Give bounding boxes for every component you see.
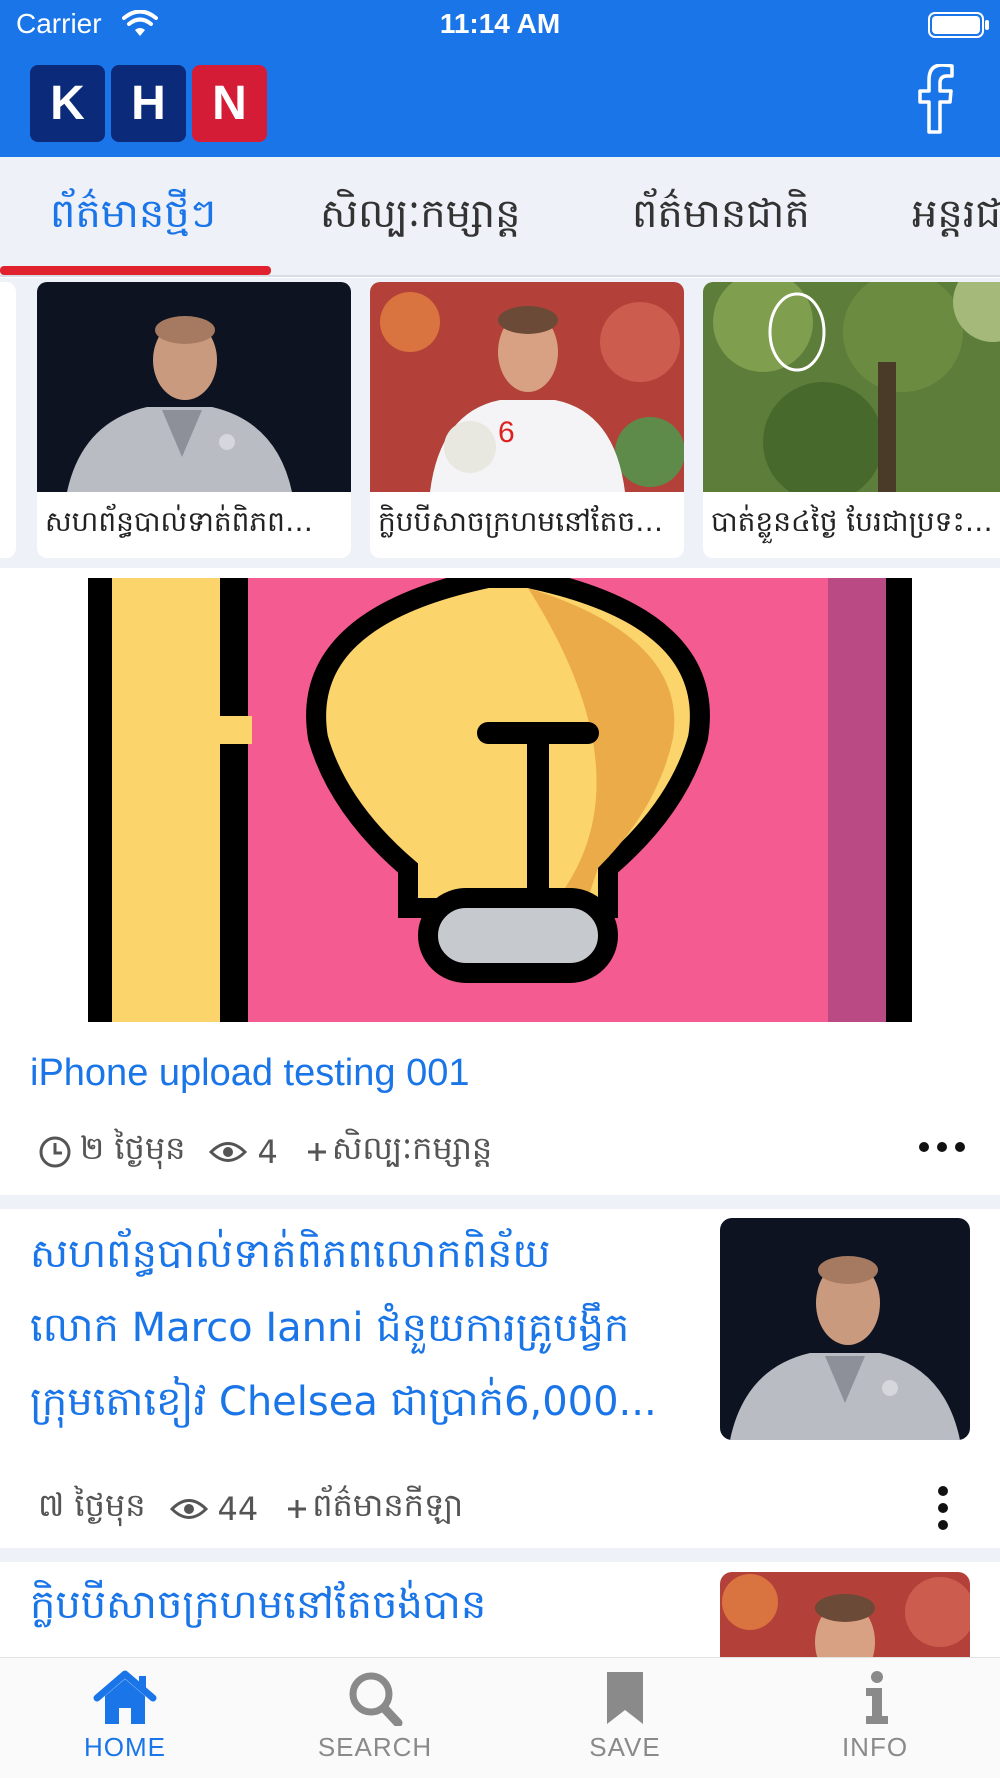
- carousel-caption: ក្លិបបីសាចក្រហមនៅតែចង់បាន: [378, 505, 684, 538]
- featured-article-title[interactable]: iPhone upload testing 001: [30, 1052, 469, 1095]
- nav-search[interactable]: SEARCH: [250, 1658, 500, 1778]
- carousel-card[interactable]: បាត់ខ្លួន៤ថ្ងៃ បែរជាប្រទះឃើញ: [703, 282, 1000, 558]
- tag-plus-icon: [307, 1142, 326, 1161]
- article-meta: ៧ ថ្ងៃមុន 44 ព័ត៌មានកីឡា: [38, 1485, 463, 1532]
- active-tab-indicator: [0, 266, 271, 275]
- search-icon: [349, 1672, 403, 1726]
- carousel-caption: បាត់ខ្លួន៤ថ្ងៃ បែរជាប្រទះឃើញ: [711, 505, 1000, 538]
- category-label[interactable]: ព័ត៌មានកីឡា: [312, 1485, 463, 1532]
- tab-international[interactable]: អន្តរជាតិ: [912, 157, 1000, 275]
- battery-icon: [928, 12, 989, 38]
- time-ago: ២ ថ្ងៃមុន: [80, 1129, 186, 1167]
- tab-latest-news[interactable]: ព័ត៌មានថ្មីៗ: [50, 157, 216, 275]
- article-title[interactable]: សហព័ន្ធបាល់ទាត់ពិភពលោកពិន័យ លោក Marco Ia…: [30, 1217, 670, 1439]
- nav-save[interactable]: SAVE: [500, 1658, 750, 1778]
- time-ago: ៧ ថ្ងៃមុន: [38, 1486, 146, 1524]
- status-time: 11:14 AM: [439, 8, 561, 39]
- clock-icon: [39, 1136, 71, 1167]
- nav-home[interactable]: HOME: [0, 1658, 250, 1778]
- home-icon: [93, 1670, 157, 1724]
- carousel-card[interactable]: សហព័ន្ធបាល់ទាត់ពិភពលោកពិន័យលោក Marco Ian…: [37, 282, 351, 558]
- carousel-card[interactable]: 6 ក្លិបបីសាចក្រហមនៅតែចង់បាន: [370, 282, 684, 558]
- category-tab-bar: ព័ត៌មានថ្មីៗ សិល្បៈកម្សាន្ត ព័ត៌មានជាតិ …: [0, 157, 1000, 277]
- logo-letter-k: K: [30, 65, 105, 142]
- article-title-line: ក្រុមតោខៀវ Chelsea ជាប្រាក់6,000...: [30, 1379, 657, 1425]
- article-thumbnail[interactable]: [720, 1572, 970, 1657]
- eye-icon: [209, 1141, 248, 1162]
- featured-carousel[interactable]: សហព័ន្ធបាល់ទាត់ពិភពលោកពិន័យលោក Marco Ian…: [0, 278, 1000, 568]
- article-thumbnail[interactable]: [720, 1218, 970, 1440]
- article-title-line: ក្លិបបីសាចក្រហមនៅតែចង់បាន: [30, 1582, 487, 1628]
- app-logo[interactable]: K H N: [30, 65, 267, 142]
- article-title-line: លោក Marco Ianni ជំនួយការគ្រូបង្វឹក: [30, 1305, 630, 1351]
- nav-label: SAVE: [589, 1732, 661, 1762]
- featured-article-image[interactable]: [88, 578, 912, 1022]
- section-divider: [0, 1548, 1000, 1562]
- view-count: 44: [217, 1489, 259, 1528]
- tab-national-news[interactable]: ព័ត៌មានជាតិ: [632, 157, 810, 275]
- svg-text:6: 6: [498, 416, 515, 449]
- app-header: Carrier 11:14 AM K H N: [0, 0, 1000, 157]
- logo-letter-n: N: [192, 65, 267, 142]
- more-horizontal-icon[interactable]: [918, 1134, 966, 1160]
- nav-info[interactable]: INFO: [750, 1658, 1000, 1778]
- bookmark-icon: [607, 1672, 643, 1724]
- carousel-thumbnail: [37, 282, 351, 492]
- nav-label: INFO: [841, 1732, 909, 1762]
- view-count: 4: [257, 1132, 278, 1171]
- category-label[interactable]: សិល្បៈកម្សាន្ត: [332, 1128, 492, 1175]
- carousel-thumbnail: [703, 282, 1000, 502]
- status-bar: Carrier 11:14 AM: [0, 0, 1000, 50]
- article-title[interactable]: ក្លិបបីសាចក្រហមនៅតែចង់បាន: [30, 1568, 670, 1642]
- carousel-caption: សហព័ន្ធបាល់ទាត់ពិភពលោកពិន័យលោក Marco Ian…: [45, 505, 351, 538]
- tab-entertainment[interactable]: សិល្បៈកម្សាន្ត: [320, 157, 521, 275]
- article-title-line: សហព័ន្ធបាល់ទាត់ពិភពលោកពិន័យ: [30, 1231, 551, 1277]
- more-vertical-icon[interactable]: [930, 1485, 956, 1531]
- nav-label: SEARCH: [317, 1732, 433, 1762]
- bottom-navigation: HOME SEARCH SAVE INFO: [0, 1657, 1000, 1778]
- section-divider: [0, 1195, 1000, 1209]
- nav-label: HOME: [84, 1732, 166, 1762]
- tag-plus-icon: [288, 1499, 307, 1518]
- carousel-thumbnail: 6: [370, 282, 684, 492]
- logo-letter-h: H: [111, 65, 186, 142]
- featured-article-meta: ២ ថ្ងៃមុន 4 សិល្បៈកម្សាន្ត: [38, 1128, 492, 1175]
- info-icon: [866, 1671, 888, 1724]
- carousel-card-partial[interactable]: [0, 282, 16, 558]
- facebook-icon[interactable]: [916, 64, 956, 134]
- eye-icon: [169, 1498, 208, 1519]
